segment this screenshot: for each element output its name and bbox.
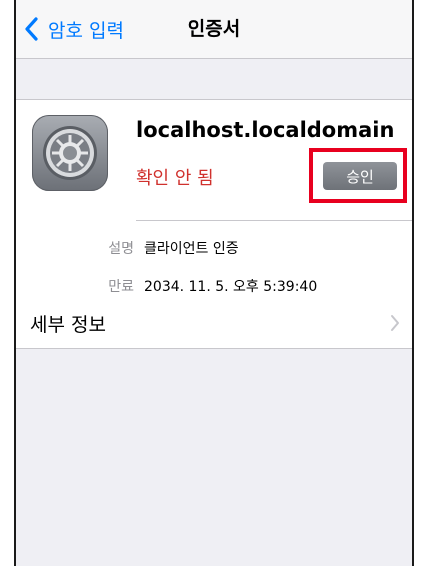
certificate-card: localhost.localdomain 확인 안 됨 승인 설명 클라이언트… (16, 99, 412, 299)
expires-value: 2034. 11. 5. 오후 5:39:40 (144, 279, 318, 295)
expires-row: 만료 2034. 11. 5. 오후 5:39:40 (16, 276, 317, 296)
chevron-right-icon (390, 314, 400, 332)
approve-button[interactable]: 승인 (323, 162, 397, 190)
details-row[interactable]: 세부 정보 (16, 298, 412, 349)
description-row: 설명 클라이언트 인증 (16, 238, 239, 258)
device-screen: 암호 입력 인증서 localhost.localdomain 확인 안 됨 승… (14, 0, 414, 566)
certificate-name: localhost.localdomain (136, 118, 395, 142)
description-value: 클라이언트 인증 (144, 241, 239, 257)
page-title: 인증서 (187, 18, 241, 40)
divider (136, 220, 412, 221)
navigation-bar: 암호 입력 인증서 (16, 0, 412, 59)
description-label: 설명 (108, 241, 134, 257)
details-label: 세부 정보 (30, 314, 106, 336)
expires-label: 만료 (108, 279, 134, 295)
verification-status: 확인 안 됨 (136, 168, 214, 189)
settings-gear-icon (32, 115, 108, 191)
